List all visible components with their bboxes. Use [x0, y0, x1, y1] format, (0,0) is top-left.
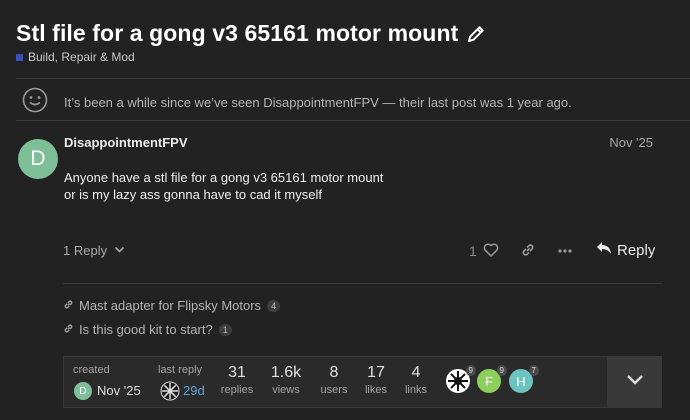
last-reply-label: last reply [158, 364, 203, 376]
more-options-icon[interactable] [557, 243, 573, 264]
link-click-count: 1 [218, 323, 232, 336]
post-date[interactable]: Nov '25 [609, 135, 653, 150]
stat-value: 8 [329, 364, 339, 381]
avatar: D [74, 382, 92, 400]
stat-value: 1.6k [270, 364, 302, 381]
stat-label: views [272, 384, 300, 396]
category-link[interactable]: Build, Repair & Mod [16, 50, 135, 64]
post-body: Anyone have a stl file for a gong v3 651… [64, 169, 383, 203]
like-count[interactable]: 1 [469, 243, 477, 259]
last-reply-cell[interactable]: last reply 29d [158, 357, 218, 409]
post-body-line: Anyone have a stl file for a gong v3 651… [64, 170, 384, 185]
linked-topic-title: Is this good kit to start? [79, 322, 213, 337]
smiley-icon [22, 87, 48, 118]
topic-map: created D Nov '25 last reply 29d 31 repl… [63, 356, 608, 408]
heart-icon[interactable] [483, 242, 499, 263]
reply-arrow-icon [596, 241, 612, 259]
created-cell[interactable]: created D Nov '25 [73, 357, 153, 409]
stat-label: replies [220, 384, 254, 396]
topic-title: Stl file for a gong v3 65161 motor mount [16, 20, 459, 46]
stat-likes: 17 likes [359, 357, 393, 409]
avatar[interactable]: D [18, 139, 58, 179]
avatar-letter: H [516, 373, 526, 389]
stat-value: 4 [411, 364, 421, 381]
stat-views: 1.6k views [266, 357, 306, 409]
stat-label: links [404, 384, 427, 396]
expand-topic-map-button[interactable] [607, 356, 662, 408]
post-body-line: or is my lazy ass gonna have to cad it m… [64, 187, 322, 202]
link-icon [63, 298, 74, 313]
stat-label: users [320, 384, 348, 396]
divider [16, 78, 690, 79]
participant-post-count: 7 [528, 365, 539, 376]
stat-replies: 31 replies [219, 357, 255, 409]
participant-avatar[interactable]: 9 [446, 365, 476, 393]
last-reply-date: 29d [183, 383, 205, 398]
linked-topic[interactable]: Mast adapter for Flipsky Motors 4 [63, 298, 281, 313]
chevron-down-icon [114, 243, 125, 258]
replies-toggle-label: 1 Reply [63, 243, 108, 258]
stat-value: 17 [367, 364, 385, 381]
divider [16, 120, 690, 121]
link-icon [63, 322, 74, 337]
participant-post-count: 9 [496, 365, 507, 376]
link-click-count: 4 [267, 299, 281, 312]
participant-post-count: 9 [465, 365, 476, 376]
pencil-edit-icon[interactable] [466, 24, 486, 44]
chevron-down-icon [626, 373, 644, 391]
avatar-letter: D [30, 147, 46, 170]
linked-topic-title: Mast adapter for Flipsky Motors [79, 298, 262, 313]
topic-title-row: Stl file for a gong v3 65161 motor mount [16, 20, 486, 47]
post-actions: 1 Reply 1 Reply [0, 240, 690, 262]
divider [63, 283, 662, 284]
post-username[interactable]: DisappointmentFPV [64, 135, 188, 150]
notice-text: It’s been a while since we’ve seen Disap… [64, 95, 572, 110]
stat-links: 4 links [400, 357, 432, 409]
reply-button[interactable]: Reply [596, 241, 655, 259]
category-color-swatch [16, 53, 23, 61]
reply-label: Reply [617, 241, 656, 259]
participant-avatar[interactable]: F 9 [477, 365, 507, 393]
inactive-user-notice: It’s been a while since we’ve seen Disap… [22, 87, 572, 118]
category-label: Build, Repair & Mod [28, 50, 135, 64]
created-date: Nov '25 [97, 383, 141, 398]
replies-toggle-button[interactable]: 1 Reply [63, 243, 125, 258]
avatar-letter: D [79, 385, 87, 397]
link-icon[interactable] [520, 242, 536, 263]
avatar-letter: F [485, 373, 493, 389]
participant-avatar[interactable]: H 7 [509, 365, 539, 393]
stat-label: likes [364, 384, 387, 396]
avatar [160, 381, 180, 406]
created-label: created [73, 364, 110, 376]
stat-users: 8 users [318, 357, 350, 409]
stat-value: 31 [228, 364, 246, 381]
linked-topic[interactable]: Is this good kit to start? 1 [63, 322, 232, 337]
